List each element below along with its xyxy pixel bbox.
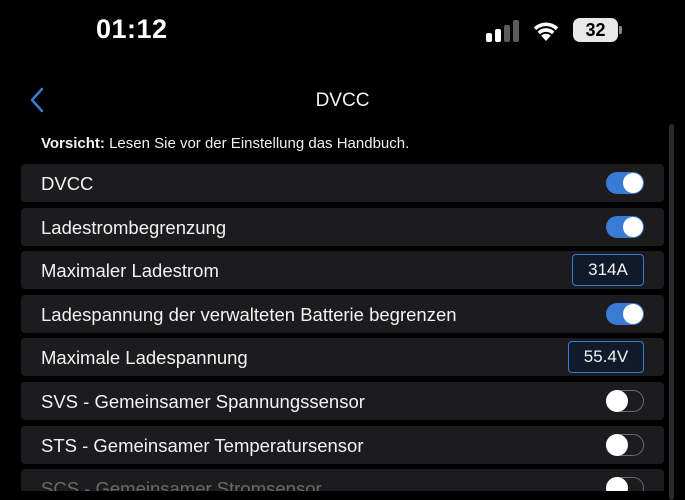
sts-toggle[interactable] xyxy=(606,433,644,456)
setting-row-dvcc[interactable]: DVCC xyxy=(21,164,664,202)
max-charge-current-value[interactable]: 314A xyxy=(572,254,644,287)
caution-text: Lesen Sie vor der Einstellung das Handbu… xyxy=(104,135,410,152)
max-charge-voltage-value[interactable]: 55.4V xyxy=(568,341,644,374)
setting-row-scs[interactable]: SCS - Gemeinsamer Stromsensor xyxy=(21,469,664,492)
wifi-icon xyxy=(533,22,559,41)
battery-icon: 32 xyxy=(573,18,623,42)
setting-label: Maximale Ladespannung xyxy=(41,347,248,369)
caution-notice: Vorsicht: Lesen Sie vor der Einstellung … xyxy=(41,135,409,152)
setting-label: Maximaler Ladestrom xyxy=(41,260,219,282)
page-title: DVCC xyxy=(315,90,370,111)
limit-battery-voltage-toggle[interactable] xyxy=(606,302,644,325)
setting-row-charge-current-limit[interactable]: Ladestrombegrenzung xyxy=(21,207,664,246)
status-time: 01:12 xyxy=(96,14,168,44)
setting-label: SVS - Gemeinsamer Spannungssensor xyxy=(41,390,365,412)
setting-row-max-charge-current[interactable]: Maximaler Ladestrom 314A xyxy=(21,251,664,290)
navigation-bar: DVCC xyxy=(0,78,685,122)
setting-label: STS - Gemeinsamer Temperatursensor xyxy=(41,434,364,456)
charge-current-limit-toggle[interactable] xyxy=(606,215,644,238)
setting-row-max-charge-voltage[interactable]: Maximale Ladespannung 55.4V xyxy=(21,338,664,377)
svs-toggle[interactable] xyxy=(606,389,644,412)
setting-label: DVCC xyxy=(41,173,94,194)
caution-label: Vorsicht: xyxy=(41,135,105,152)
setting-row-svs[interactable]: SVS - Gemeinsamer Spannungssensor xyxy=(21,381,664,420)
cellular-signal-icon xyxy=(486,20,520,42)
setting-label: SCS - Gemeinsamer Stromsensor xyxy=(41,478,322,492)
setting-row-sts[interactable]: STS - Gemeinsamer Temperatursensor xyxy=(21,425,664,464)
setting-label: Ladespannung der verwalteten Batterie be… xyxy=(41,303,457,325)
battery-level: 32 xyxy=(573,18,618,42)
dvcc-toggle[interactable] xyxy=(606,172,644,194)
scrollbar[interactable] xyxy=(669,124,674,500)
status-bar: 01:12 32 xyxy=(0,0,685,62)
setting-row-limit-battery-voltage[interactable]: Ladespannung der verwalteten Batterie be… xyxy=(21,294,664,333)
setting-label: Ladestrombegrenzung xyxy=(41,216,227,238)
scs-toggle[interactable] xyxy=(606,477,644,492)
settings-list: DVCC Ladestrombegrenzung Maximaler Lades… xyxy=(21,164,664,497)
